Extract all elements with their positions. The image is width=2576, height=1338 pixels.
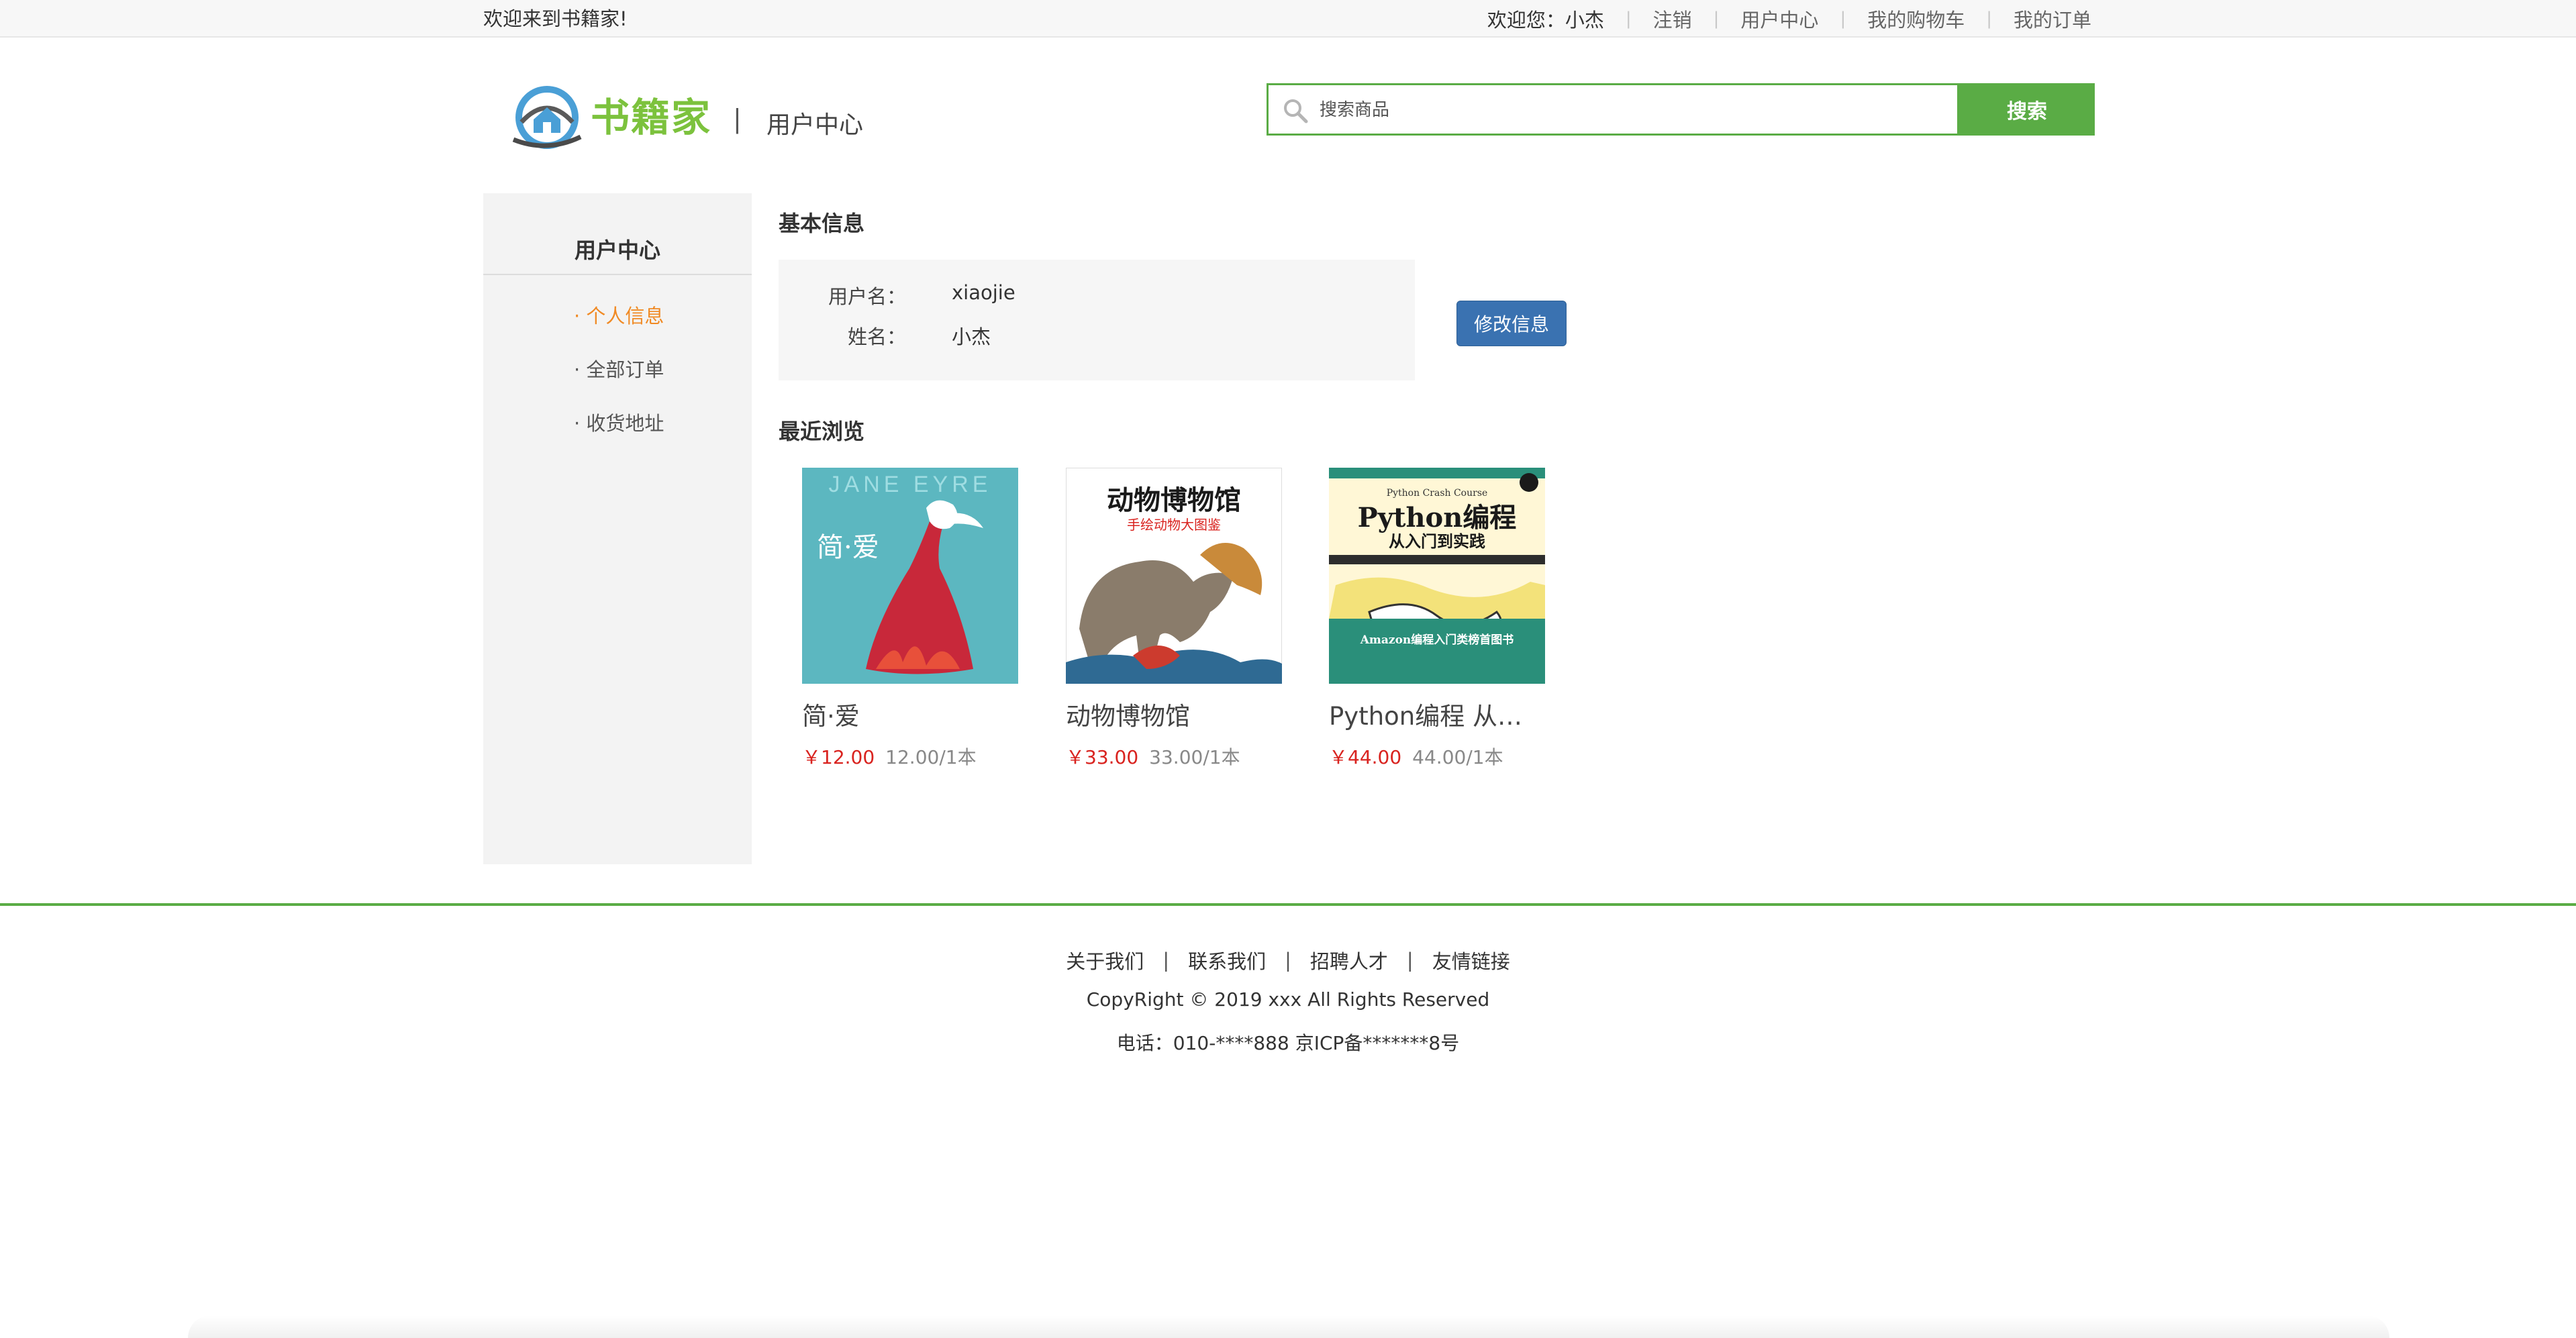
- footer-separator: |: [1162, 949, 1170, 972]
- cart-link[interactable]: 我的购物车: [1867, 5, 1965, 33]
- contact-us-link[interactable]: 联系我们: [1188, 946, 1266, 974]
- logout-link[interactable]: 注销: [1653, 5, 1692, 33]
- book-card: JANE EYRE 简·爱 简·爱 ￥12.00 12.00/1本: [802, 468, 1018, 770]
- orders-link[interactable]: 我的订单: [2014, 5, 2091, 33]
- careers-link[interactable]: 招聘人才: [1310, 946, 1388, 974]
- sidebar-divider: [483, 274, 752, 275]
- book-price-row: ￥44.00 44.00/1本: [1329, 743, 1545, 770]
- jane-eyre-cover[interactable]: JANE EYRE 简·爱: [802, 468, 1018, 684]
- bottom-shadow: [188, 1315, 2389, 1338]
- name-value: 小杰: [952, 325, 991, 348]
- top-bar: 欢迎来到书籍家! 欢迎您： 小杰 | 注销 | 用户中心 | 我的购物车 | 我…: [0, 0, 2576, 38]
- top-nav-separator: |: [1840, 9, 1846, 29]
- friend-links-link[interactable]: 友情链接: [1432, 946, 1510, 974]
- book-name[interactable]: Python编程 从入...: [1329, 696, 1545, 732]
- cover-text: 动物博物馆: [1107, 484, 1241, 516]
- book-unit-price: 44.00/1本: [1412, 746, 1503, 768]
- cover-text: Python编程: [1358, 502, 1517, 533]
- user-center-link[interactable]: 用户中心: [1740, 5, 1818, 33]
- name-label: 姓名：: [847, 325, 906, 348]
- cover-subtitle: 从入门到实践: [1389, 531, 1485, 551]
- top-nav-separator: |: [1986, 9, 1992, 29]
- cover-subtitle: 手绘动物大图鉴: [1127, 517, 1221, 533]
- greeting-prefix: 欢迎您：: [1487, 9, 1565, 32]
- python-crash-course-cover[interactable]: Python Crash Course Python编程 从入门到实践 Amaz…: [1329, 468, 1545, 684]
- sidebar: 用户中心 · 个人信息 · 全部订单 · 收货地址: [483, 193, 752, 864]
- copyright-text: CopyRight © 2019 xxx All Rights Reserved: [1086, 988, 1490, 1011]
- search-input[interactable]: [1318, 85, 1925, 135]
- book-price-row: ￥33.00 33.00/1本: [1066, 743, 1282, 770]
- recent-title: 最近浏览: [779, 419, 865, 444]
- house-logo-icon: [512, 86, 582, 149]
- username-label: 用户名：: [828, 285, 906, 308]
- search-box: [1267, 83, 1959, 136]
- basic-info-title: 基本信息: [779, 211, 865, 236]
- username-value: xiaojie: [952, 281, 1015, 304]
- book-unit-price: 33.00/1本: [1149, 746, 1240, 768]
- logo-text: 书籍家: [591, 95, 712, 140]
- footer-separator: |: [1285, 949, 1291, 972]
- footer-divider: [0, 903, 2576, 906]
- sidebar-title: 用户中心: [574, 238, 660, 263]
- book-card: Python Crash Course Python编程 从入门到实践 Amaz…: [1329, 468, 1545, 770]
- about-us-link[interactable]: 关于我们: [1066, 946, 1144, 974]
- book-name[interactable]: 简·爱: [802, 696, 1018, 732]
- book-price-row: ￥12.00 12.00/1本: [802, 743, 1018, 770]
- sidebar-item-profile[interactable]: · 个人信息: [574, 301, 664, 329]
- cover-band-text: Amazon编程入门类榜首图书: [1360, 633, 1514, 647]
- cover-top-text: Python Crash Course: [1387, 488, 1488, 499]
- edit-info-button[interactable]: 修改信息: [1456, 301, 1567, 346]
- sidebar-item-addresses[interactable]: · 收货地址: [574, 408, 664, 436]
- top-nav: 欢迎您： 小杰 | 注销 | 用户中心 | 我的购物车 | 我的订单: [1487, 0, 2091, 38]
- footer-separator: |: [1406, 949, 1414, 972]
- top-nav-separator: |: [1625, 9, 1632, 29]
- basic-info-card: 用户名： xiaojie 姓名： 小杰: [779, 260, 1415, 380]
- search-icon: [1284, 99, 1308, 123]
- book-price: ￥12.00: [802, 746, 875, 768]
- book-price: ￥44.00: [1329, 746, 1402, 768]
- welcome-text: 欢迎来到书籍家!: [483, 7, 628, 30]
- header-title: 用户中心: [766, 111, 864, 139]
- animal-museum-cover[interactable]: 动物博物馆 手绘动物大图鉴: [1066, 468, 1282, 684]
- header-divider: |: [733, 104, 742, 134]
- book-name[interactable]: 动物博物馆: [1066, 696, 1282, 732]
- search-button[interactable]: 搜索: [1959, 83, 2095, 136]
- greeting-username: 小杰: [1565, 9, 1604, 32]
- footer-links: 关于我们 | 联系我们 | 招聘人才 | 友情链接: [0, 946, 2576, 974]
- book-card: 动物博物馆 手绘动物大图鉴 动物博物馆 ￥33.00 33.00/1本: [1066, 468, 1282, 770]
- cover-title: 简·爱: [817, 532, 879, 563]
- top-nav-separator: |: [1713, 9, 1720, 29]
- book-price: ￥33.00: [1066, 746, 1139, 768]
- sidebar-item-orders[interactable]: · 全部订单: [574, 354, 664, 382]
- cover-text: JANE EYRE: [829, 472, 992, 497]
- contact-text: 电话：010-****888 京ICP备*******8号: [1116, 1032, 1460, 1054]
- book-unit-price: 12.00/1本: [885, 746, 977, 768]
